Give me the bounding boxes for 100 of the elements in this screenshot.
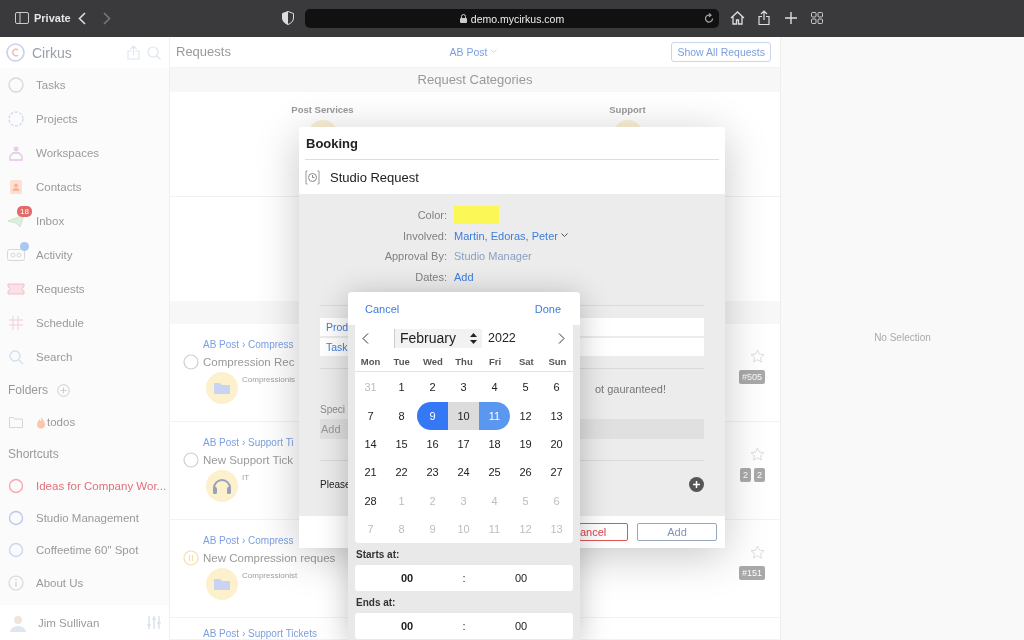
sidebar-item-label: Workspaces: [36, 147, 100, 159]
calendar-day[interactable]: 13: [541, 514, 572, 543]
calendar-day[interactable]: 9: [417, 514, 448, 543]
shield-icon[interactable]: [282, 11, 294, 25]
calendar-day[interactable]: 1: [386, 373, 417, 402]
calendar-day[interactable]: 6: [541, 486, 572, 515]
calendar-day[interactable]: 25: [479, 458, 510, 487]
calendar-day[interactable]: 11: [479, 401, 510, 430]
back-icon[interactable]: [78, 12, 86, 25]
calendar-day[interactable]: 21: [355, 458, 386, 487]
sidebar-item[interactable]: Workspaces: [0, 136, 169, 170]
sidebar-item[interactable]: Tasks: [0, 68, 169, 102]
calendar-day[interactable]: 8: [386, 514, 417, 543]
calendar-day[interactable]: 5: [510, 373, 541, 402]
reload-icon[interactable]: [704, 13, 714, 24]
forward-icon[interactable]: [103, 12, 111, 25]
sidebar-item[interactable]: Activity: [0, 238, 169, 272]
sidebar-item[interactable]: Projects: [0, 102, 169, 136]
sidebar-item[interactable]: Requests: [0, 272, 169, 306]
calendar-day[interactable]: 7: [355, 401, 386, 430]
star-icon[interactable]: [750, 447, 765, 463]
sidebar-item[interactable]: Search: [0, 340, 169, 374]
end-time-field[interactable]: 00 : 00: [355, 613, 573, 639]
weekday-label: Tue: [392, 355, 411, 367]
pane-title: Requests: [176, 44, 232, 60]
calendar-day[interactable]: 15: [386, 429, 417, 459]
calendar-day[interactable]: 10: [448, 401, 479, 430]
breadcrumb[interactable]: AB Post › Compress: [203, 535, 294, 547]
calendar-day[interactable]: 20: [541, 429, 572, 459]
show-all-button[interactable]: Show All Requests: [671, 41, 771, 62]
sidebar-item[interactable]: Inbox 18: [0, 204, 169, 238]
calendar-day[interactable]: 19: [510, 429, 541, 459]
month-select[interactable]: February: [394, 328, 482, 348]
previous-month-icon[interactable]: [362, 332, 369, 344]
calendar-day[interactable]: 18: [479, 429, 510, 459]
shortcut-item[interactable]: Studio Management: [0, 502, 169, 534]
calendar-day[interactable]: 9: [417, 401, 448, 430]
calendar-day[interactable]: 6: [541, 373, 572, 402]
calendar-day[interactable]: 13: [541, 401, 572, 430]
calendar-day[interactable]: 31: [355, 373, 386, 402]
star-icon[interactable]: [750, 545, 765, 561]
calendar-day[interactable]: 4: [479, 373, 510, 402]
calendar-day[interactable]: 22: [386, 458, 417, 487]
done-link[interactable]: Done: [534, 302, 561, 315]
request-title[interactable]: Compression Rec: [203, 356, 295, 369]
involved-dropdown[interactable]: Martin, Edoras, Peter: [454, 229, 704, 242]
sidebar-toggle-icon[interactable]: [15, 12, 29, 24]
calendar-day[interactable]: 5: [510, 486, 541, 515]
calendar-day[interactable]: 4: [479, 486, 510, 515]
next-month-icon[interactable]: [558, 332, 565, 344]
home-icon[interactable]: [730, 11, 745, 25]
address-bar[interactable]: demo.mycirkus.com: [305, 9, 719, 28]
add-icon[interactable]: [689, 476, 704, 492]
calendar-day[interactable]: 3: [448, 486, 479, 515]
add-dates-link[interactable]: Add: [454, 270, 704, 283]
calendar-day[interactable]: 2: [417, 486, 448, 515]
filter-dropdown[interactable]: AB Post: [449, 45, 498, 58]
calendar-day[interactable]: 14: [355, 429, 386, 459]
calendar-day[interactable]: 2: [417, 373, 448, 402]
sidebar-item-label: Activity: [36, 249, 73, 261]
color-swatch[interactable]: [454, 206, 499, 225]
calendar-day[interactable]: 12: [510, 514, 541, 543]
calendar-day[interactable]: 23: [417, 458, 448, 487]
star-icon[interactable]: [750, 349, 765, 365]
calendar-day[interactable]: 26: [510, 458, 541, 487]
sidebar-item[interactable]: About Us: [0, 566, 169, 600]
sidebar-item[interactable]: Schedule: [0, 306, 169, 340]
calendar-day[interactable]: 24: [448, 458, 479, 487]
calendar-day[interactable]: 10: [448, 514, 479, 543]
calendar-day[interactable]: 12: [510, 401, 541, 430]
checkbox-circle[interactable]: [183, 452, 199, 469]
breadcrumb[interactable]: AB Post › Support Tickets: [203, 627, 317, 639]
shortcut-item[interactable]: Coffeetime 60" Spot: [0, 534, 169, 566]
folder-item[interactable]: todos: [0, 406, 169, 438]
cancel-button[interactable]: ancel: [579, 523, 628, 541]
calendar-day[interactable]: 8: [386, 401, 417, 430]
calendar-day[interactable]: 28: [355, 486, 386, 515]
start-time-field[interactable]: 00 : 00: [355, 565, 573, 591]
add-button[interactable]: Add: [637, 523, 717, 541]
breadcrumb[interactable]: AB Post › Support Ti: [203, 437, 294, 449]
calendar-day[interactable]: 11: [479, 514, 510, 543]
shortcut-item[interactable]: Ideas for Company Wor...: [0, 470, 169, 502]
calendar-day[interactable]: 7: [355, 514, 386, 543]
tab-overview-icon[interactable]: [811, 12, 823, 24]
weekday-label: Sun: [547, 355, 568, 367]
url-text: demo.mycirkus.com: [470, 12, 565, 25]
calendar-day[interactable]: 3: [448, 373, 479, 402]
share-icon[interactable]: [758, 10, 770, 25]
breadcrumb[interactable]: AB Post › Compress: [203, 339, 294, 351]
calendar-day[interactable]: 1: [386, 486, 417, 515]
calendar-day[interactable]: 27: [541, 458, 572, 487]
calendar-day[interactable]: 17: [448, 429, 479, 459]
sidebar-item[interactable]: Contacts: [0, 170, 169, 204]
request-title[interactable]: New Compression reques: [203, 552, 336, 565]
checkbox-circle[interactable]: [183, 354, 199, 371]
request-title[interactable]: New Support Tick: [203, 454, 294, 467]
add-folder-icon[interactable]: [57, 383, 70, 397]
calendar-day[interactable]: 16: [417, 429, 448, 459]
new-tab-icon[interactable]: [785, 12, 797, 24]
cancel-link[interactable]: Cancel: [365, 302, 400, 315]
